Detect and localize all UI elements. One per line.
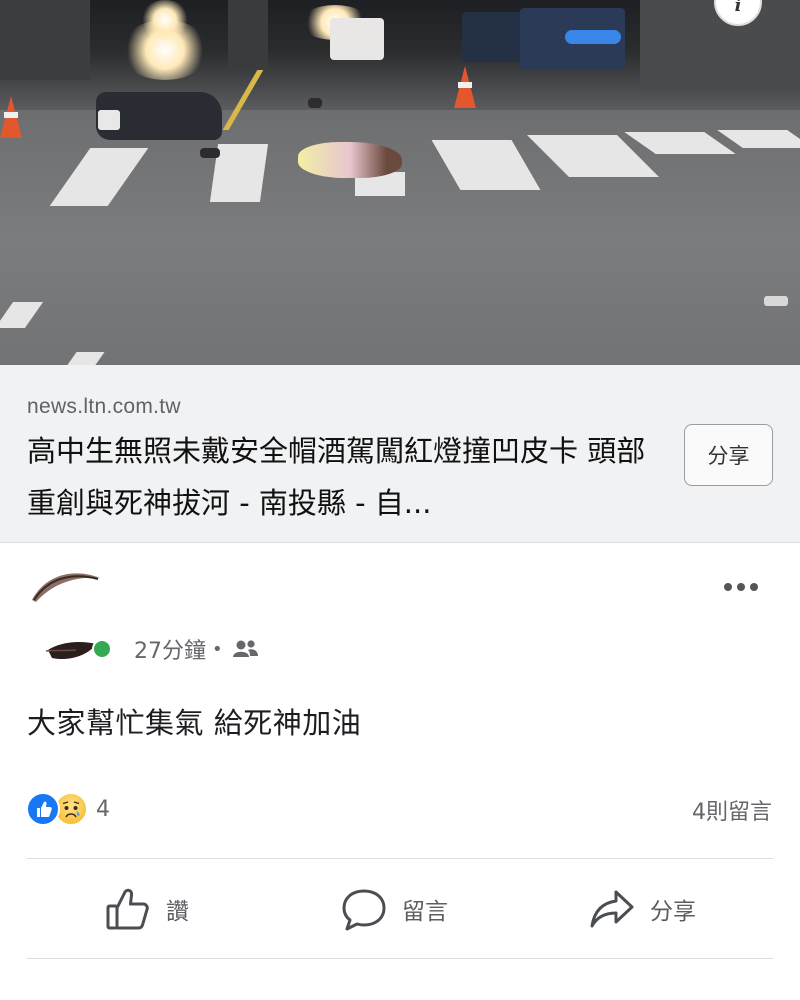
- link-domain: news.ltn.com.tw: [27, 395, 181, 418]
- blue-tarp: [565, 30, 621, 44]
- meta-separator: •: [212, 638, 223, 660]
- reactions-summary[interactable]: 4: [26, 790, 110, 828]
- thumbs-up-icon: [106, 888, 149, 930]
- comment-label: 留言: [402, 899, 448, 925]
- more-dot-icon: [724, 583, 732, 591]
- post-meta: 27分鐘 •: [134, 634, 259, 664]
- profile-avatar[interactable]: [28, 568, 102, 604]
- scooter-light: [98, 110, 120, 130]
- share-arrow-icon: [590, 890, 634, 928]
- comment-bubble-icon: [342, 889, 386, 931]
- traffic-cone: [0, 96, 22, 138]
- comment-button[interactable]: 留言: [340, 884, 448, 934]
- debris: [764, 296, 788, 306]
- divider: [27, 858, 773, 859]
- online-status-dot: [92, 639, 112, 659]
- building-pillar: [228, 0, 268, 70]
- more-dot-icon: [737, 583, 745, 591]
- traffic-cone: [454, 66, 476, 108]
- share-label: 分享: [650, 899, 696, 925]
- more-options-button[interactable]: [716, 572, 766, 602]
- post-timestamp[interactable]: 27分鐘: [134, 633, 206, 665]
- street-light: [140, 0, 190, 40]
- like-label: 讚: [166, 899, 189, 925]
- comment-count[interactable]: 4則留言: [692, 794, 772, 826]
- link-preview-image[interactable]: i: [0, 0, 800, 365]
- share-button[interactable]: 分享: [588, 884, 696, 934]
- debris: [308, 98, 322, 108]
- like-button[interactable]: 讚: [104, 884, 189, 934]
- divider: [27, 958, 773, 959]
- more-dot-icon: [750, 583, 758, 591]
- debris-on-road: [298, 142, 402, 178]
- link-title[interactable]: 高中生無照未戴安全帽酒駕闖紅燈撞凹皮卡 頭部重創與死神拔河 - 南投縣 - 自.…: [27, 425, 667, 529]
- reaction-count: 4: [96, 796, 110, 822]
- debris: [200, 148, 220, 158]
- friends-icon[interactable]: [231, 639, 259, 659]
- building-wall: [0, 0, 90, 80]
- link-share-button[interactable]: 分享: [684, 424, 773, 486]
- like-reaction-icon: [26, 792, 60, 826]
- post-text: 大家幫忙集氣 給死神加油: [27, 706, 362, 740]
- white-pickup-truck: [330, 18, 384, 60]
- post-action-bar: 讚 留言 分享: [0, 870, 800, 950]
